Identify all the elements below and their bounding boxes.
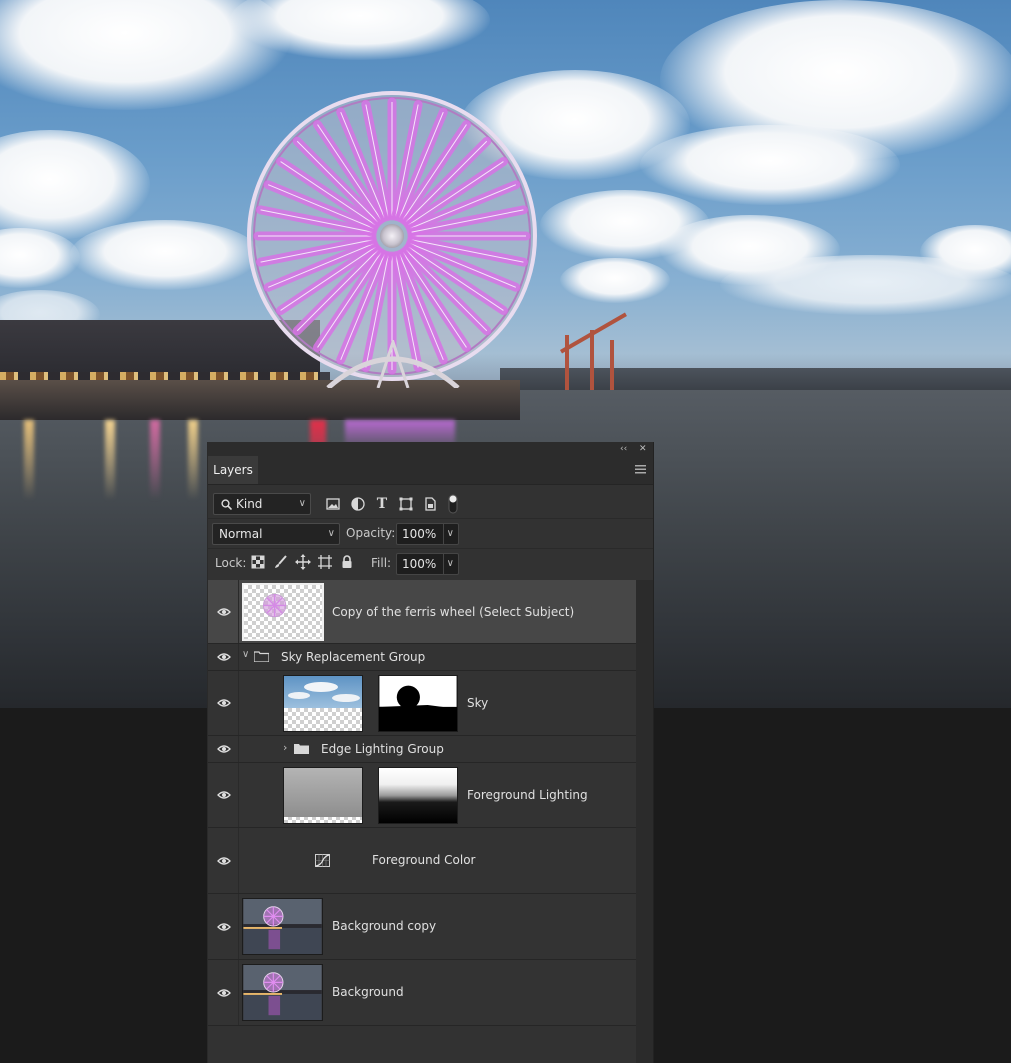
fill-value: 100% [402, 557, 437, 571]
blend-mode-value: Normal [219, 527, 263, 541]
opacity-label: Opacity: [346, 526, 396, 540]
eye-icon[interactable] [217, 922, 231, 932]
curves-adjustment-icon[interactable] [315, 854, 330, 867]
chevron-down-icon: ∨ [298, 498, 306, 509]
layer-mask-thumbnail[interactable] [378, 675, 458, 732]
layer-name[interactable]: Sky Replacement Group [281, 650, 425, 664]
sky-mask-thumbnail [379, 676, 457, 731]
background-copy-thumbnail[interactable] [242, 898, 323, 955]
eye-icon[interactable] [217, 607, 231, 617]
blend-mode-dropdown[interactable]: Normal ∨ [212, 523, 340, 545]
eye-icon[interactable] [217, 744, 231, 754]
pixel-layer-filter-icon[interactable] [325, 496, 341, 512]
wheel-base [326, 340, 460, 388]
lock-transparent-pixels-icon[interactable] [251, 555, 265, 569]
layer-row[interactable]: Copy of the ferris wheel (Select Subject… [208, 580, 636, 644]
collapse-icon[interactable]: ‹‹ [620, 442, 627, 456]
smart-object-filter-icon[interactable] [422, 496, 438, 512]
filter-toggle-switch[interactable] [447, 493, 459, 515]
image-thumbnail [243, 965, 322, 1020]
layer-row[interactable]: Background copy [208, 894, 636, 960]
panel-title-bar[interactable]: ‹‹ ✕ [208, 442, 653, 456]
image-thumbnail [243, 899, 322, 954]
sky-thumbnail[interactable] [283, 675, 363, 732]
folder-icon [254, 651, 269, 662]
chevron-down-icon[interactable]: ∨ [442, 524, 454, 544]
layer-name[interactable]: Sky [467, 696, 488, 710]
chevron-right-icon[interactable]: › [283, 741, 287, 754]
layers-panel: ‹‹ ✕ Layers Kind ∨ T Normal ∨ Opacity: 1… [207, 442, 654, 1063]
panel-menu-icon[interactable] [635, 465, 646, 474]
layer-thumbnail[interactable] [242, 583, 324, 641]
layer-row[interactable]: ∨ Sky Replacement Group [208, 644, 636, 671]
lock-artboard-icon[interactable] [317, 554, 333, 570]
tab-layers[interactable]: Layers [208, 456, 258, 484]
kind-filter-dropdown[interactable]: Kind ∨ [213, 493, 311, 515]
layers-list: Copy of the ferris wheel (Select Subject… [208, 580, 636, 1063]
eye-icon[interactable] [217, 790, 231, 800]
lock-image-pixels-icon[interactable] [273, 555, 287, 569]
opacity-field[interactable]: 100% ∨ [396, 523, 459, 545]
layer-row[interactable]: Background [208, 960, 636, 1026]
chevron-down-icon[interactable]: ∨ [242, 649, 249, 660]
layer-name[interactable]: Edge Lighting Group [321, 742, 444, 756]
eye-icon[interactable] [217, 698, 231, 708]
layer-row[interactable]: Foreground Color [208, 828, 636, 894]
layer-row[interactable]: Sky [208, 671, 636, 736]
eye-icon[interactable] [217, 652, 231, 662]
layer-name[interactable]: Foreground Color [372, 853, 475, 867]
lock-all-icon[interactable] [339, 554, 355, 570]
layer-row[interactable]: › Edge Lighting Group [208, 736, 636, 763]
panel-tab-bar: Layers [208, 456, 653, 485]
adjustment-layer-filter-icon[interactable] [350, 496, 366, 512]
opacity-value: 100% [402, 527, 437, 541]
close-icon[interactable]: ✕ [639, 442, 647, 456]
lock-position-icon[interactable] [295, 554, 311, 570]
kind-filter-value: Kind [236, 497, 263, 511]
shape-layer-filter-icon[interactable] [398, 496, 414, 512]
type-layer-filter-icon[interactable]: T [374, 496, 390, 512]
folder-icon [294, 744, 309, 754]
ferris-wheel-thumbnail [262, 593, 287, 618]
fill-label: Fill: [371, 556, 392, 570]
lock-label: Lock: [215, 556, 247, 570]
foreground-lighting-thumbnail[interactable] [283, 767, 363, 824]
layer-mask-thumbnail[interactable] [378, 767, 458, 824]
search-icon [221, 499, 232, 510]
layer-row[interactable]: Foreground Lighting [208, 763, 636, 828]
eye-icon[interactable] [217, 988, 231, 998]
chevron-down-icon[interactable]: ∨ [442, 554, 454, 574]
chevron-down-icon: ∨ [327, 528, 335, 539]
eye-icon[interactable] [217, 856, 231, 866]
layer-name[interactable]: Copy of the ferris wheel (Select Subject… [332, 605, 574, 619]
layers-scrollbar[interactable] [636, 580, 653, 1063]
layer-name[interactable]: Background [332, 985, 404, 999]
layer-name[interactable]: Foreground Lighting [467, 788, 588, 802]
background-thumbnail[interactable] [242, 964, 323, 1021]
layer-name[interactable]: Background copy [332, 919, 436, 933]
fill-field[interactable]: 100% ∨ [396, 553, 459, 575]
